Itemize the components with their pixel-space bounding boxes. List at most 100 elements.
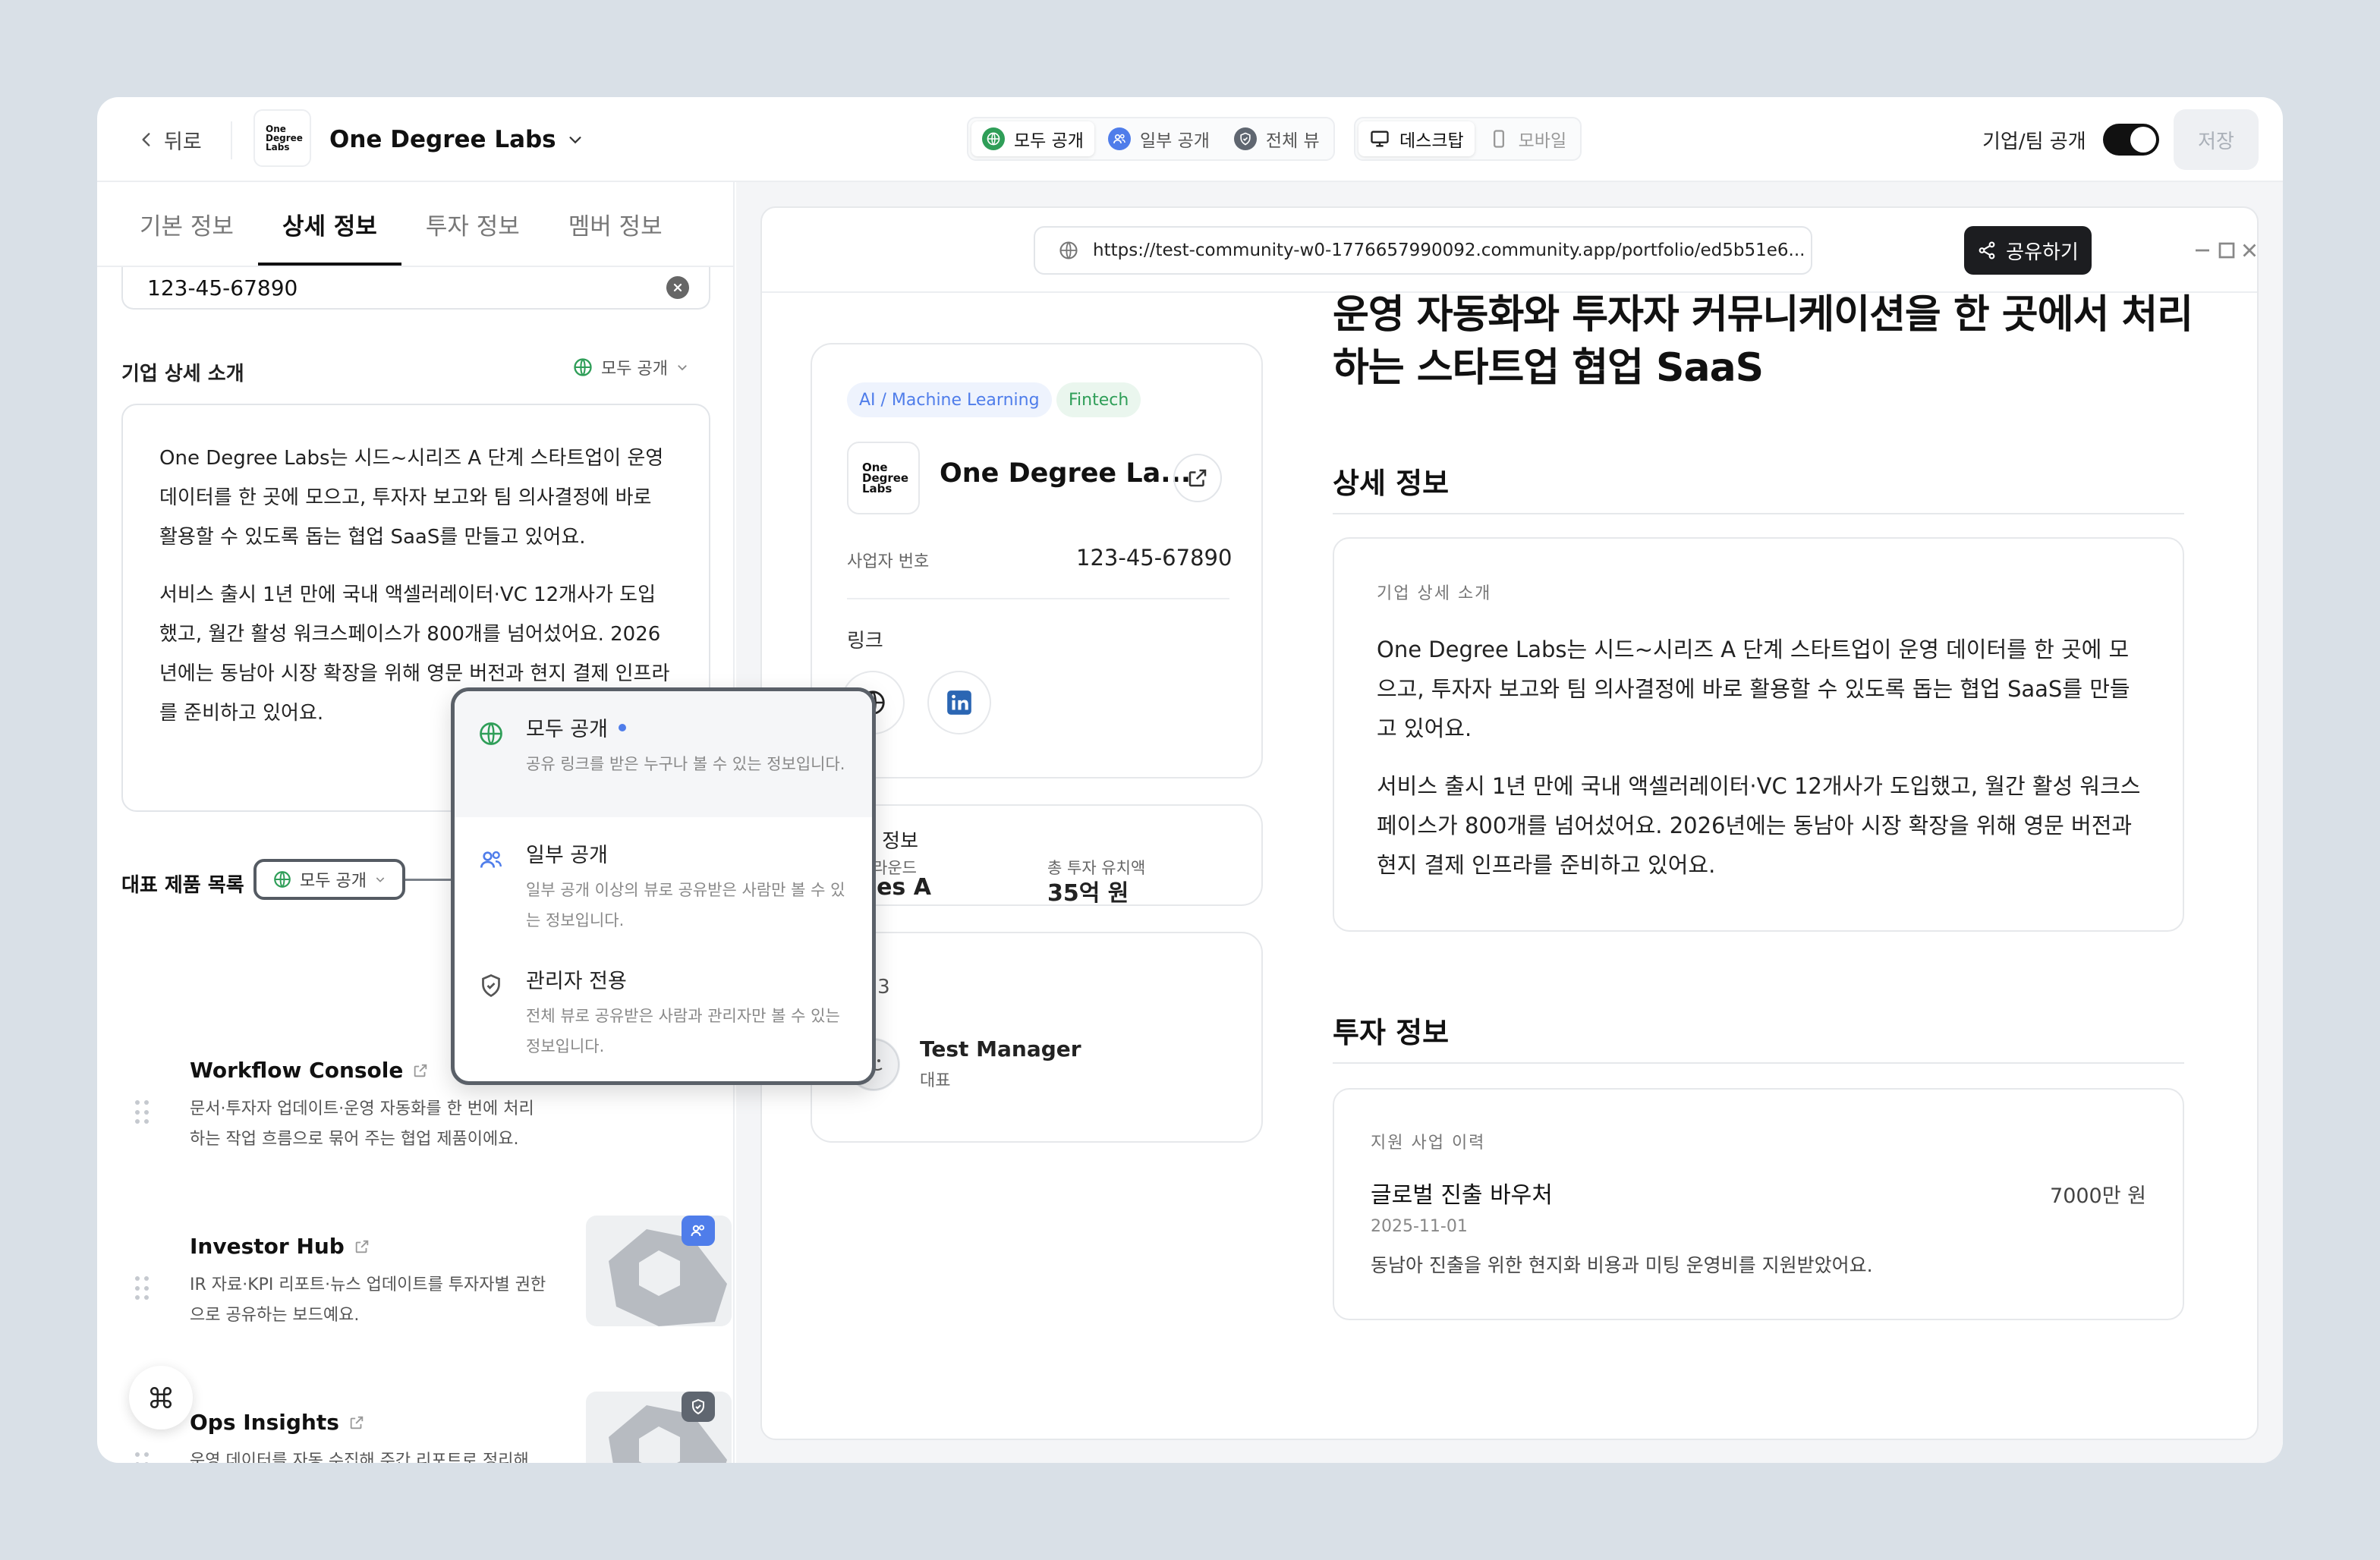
company-logo: One Degree Labs xyxy=(847,442,920,514)
divider xyxy=(1333,513,2184,514)
globe-icon xyxy=(574,358,592,376)
product-thumbnail xyxy=(586,1392,732,1463)
share-button[interactable]: 공유하기 xyxy=(1964,226,2092,275)
profile-card: AI / Machine Learning Fintech One Degree… xyxy=(811,343,1263,778)
visibility-dropdown-menu: 모두 공개 공유 링크를 받은 누구나 볼 수 있는 정보입니다. 일부 공개 … xyxy=(451,687,876,1085)
page-headline: 운영 자동화와 투자자 커뮤니케이션을 한 곳에서 처리하는 스타트업 협업 S… xyxy=(1333,292,2193,391)
company-switcher[interactable]: One Degree Labs xyxy=(329,120,584,159)
globe-icon xyxy=(274,871,291,888)
selected-dot xyxy=(618,723,626,731)
globe-icon xyxy=(1059,241,1078,259)
url-text: https://test-community-w0-1776657990092.… xyxy=(1093,241,1805,260)
biz-number-label: 사업자 번호 xyxy=(847,552,930,571)
command-button[interactable] xyxy=(129,1366,193,1429)
total-investment-value: 35억 원 xyxy=(1047,880,1129,907)
close-icon[interactable] xyxy=(2236,237,2257,264)
product-name[interactable]: Workflow Console xyxy=(190,1058,429,1083)
chevron-down-icon xyxy=(376,877,385,882)
clear-icon[interactable] xyxy=(666,276,689,299)
menu-item-title: 모두 공개 xyxy=(526,712,626,742)
menu-item-desc: 전체 뷰로 공유받은 사람과 관리자만 볼 수 있는 정보입니다. xyxy=(526,1007,840,1055)
preview-browser: https://test-community-w0-1776657990092.… xyxy=(760,206,2259,1440)
view-option-label: 일부 공개 xyxy=(1139,131,1210,151)
support-label: 지원 사업 이력 xyxy=(1371,1134,1486,1153)
products-label: 대표 제품 목록 xyxy=(121,874,244,897)
tab-basic-info[interactable]: 기본 정보 xyxy=(115,182,258,266)
divider xyxy=(847,598,1229,599)
product-name-text: Ops Insights xyxy=(190,1410,339,1435)
tab-member-info[interactable]: 멤버 정보 xyxy=(544,182,687,266)
product-desc: IR 자료·KPI 리포트·뉴스 업데이트를 투자자별 권한으로 공유하는 보드… xyxy=(190,1275,546,1325)
product-name[interactable]: Ops Insights xyxy=(190,1410,365,1435)
chevron-down-icon xyxy=(569,137,581,144)
product-thumbnail xyxy=(586,1216,732,1326)
company-logo: One Degree Labs xyxy=(253,109,311,167)
menu-item-partial[interactable]: 일부 공개 일부 공개 이상의 뷰로 공유받은 사람만 볼 수 있는 정보입니다… xyxy=(455,817,872,943)
product-name[interactable]: Investor Hub xyxy=(190,1234,370,1259)
links-label: 링크 xyxy=(847,630,883,653)
monitor-icon xyxy=(1371,131,1389,147)
detail-body: One Degree Labs는 시드~시리즈 A 단계 스타트업이 운영 데이… xyxy=(1377,630,2145,885)
shield-icon xyxy=(482,974,500,998)
detail-paragraph: 서비스 출시 1년 만에 국내 액셀러레이터·VC 12개사가 도입했고, 월간… xyxy=(1377,773,2141,878)
device-desktop[interactable]: 데스크탑 xyxy=(1358,121,1475,156)
linkedin-link[interactable] xyxy=(927,671,991,734)
share-icon xyxy=(1979,241,1995,259)
logo-text: Labs xyxy=(862,482,892,495)
tab-detail-info[interactable]: 상세 정보 xyxy=(257,182,401,266)
biz-number-value: 123-45-67890 xyxy=(1076,545,1232,571)
back-button[interactable]: 뒤로 xyxy=(137,120,202,159)
globe-icon xyxy=(480,722,502,745)
drag-handle-icon[interactable] xyxy=(135,1276,150,1302)
url-bar[interactable]: https://test-community-w0-1776657990092.… xyxy=(1034,226,1812,275)
view-option-label: 모두 공개 xyxy=(1014,131,1084,151)
product-desc: 운영 데이터를 자동 수집해 주간 리포트로 정리해 주는 분석 모듈이에요. xyxy=(190,1451,529,1463)
menu-item-admin[interactable]: 관리자 전용 전체 뷰로 공유받은 사람과 관리자만 볼 수 있는 정보입니다. xyxy=(455,943,872,1069)
detail-box-label: 기업 상세 소개 xyxy=(1377,584,1492,603)
detail-visibility-select[interactable]: 모두 공개 xyxy=(572,355,689,379)
preview-panel: https://test-community-w0-1776657990092.… xyxy=(736,182,2283,1463)
logo-text: Labs xyxy=(266,142,290,153)
drag-handle-icon[interactable] xyxy=(135,1452,150,1463)
member-role: 대표 xyxy=(920,1071,951,1090)
view-option-partial[interactable]: 일부 공개 xyxy=(1097,121,1220,156)
users-icon xyxy=(682,1216,715,1246)
detail-paragraph: One Degree Labs는 시드~시리즈 A 단계 스타트업이 운영 데이… xyxy=(1377,637,2130,741)
linkedin-icon xyxy=(947,690,971,715)
shield-icon xyxy=(682,1392,715,1422)
external-link-button[interactable] xyxy=(1173,454,1222,502)
business-number-field[interactable]: 123-45-67890 xyxy=(121,267,710,310)
shield-icon xyxy=(1233,127,1257,150)
investment-heading: 투자 정보 xyxy=(1333,1016,1450,1049)
products-visibility-label: 모두 공개 xyxy=(300,872,367,891)
save-button[interactable]: 저장 xyxy=(2174,109,2259,170)
external-link-icon xyxy=(355,1240,369,1253)
minimize-icon[interactable] xyxy=(2189,237,2216,264)
view-option-full[interactable]: 전체 뷰 xyxy=(1223,121,1330,156)
chevron-down-icon xyxy=(678,365,687,371)
app-window: 뒤로 One Degree Labs One Degree Labs 모두 공개 xyxy=(97,97,2283,1463)
detail-section-label: 기업 상세 소개 xyxy=(121,363,244,385)
phone-icon xyxy=(1493,130,1504,148)
team-public-toggle[interactable] xyxy=(2102,124,2159,156)
team-public-control: 기업/팀 공개 xyxy=(1982,120,2159,159)
business-number-value: 123-45-67890 xyxy=(147,275,298,300)
divider xyxy=(231,121,232,159)
device-mobile[interactable]: 모바일 xyxy=(1478,121,1577,156)
menu-item-desc: 일부 공개 이상의 뷰로 공유받은 사람만 볼 수 있는 정보입니다. xyxy=(526,881,845,929)
support-history-box: 지원 사업 이력 글로벌 진출 바우처 7000만 원 2025-11-01 동… xyxy=(1333,1088,2184,1320)
users-icon xyxy=(480,851,502,868)
external-link-icon xyxy=(350,1416,364,1429)
editor-tabs: 기본 정보 상세 정보 투자 정보 멤버 정보 xyxy=(115,182,687,266)
support-desc: 동남아 진출을 위한 현지화 비용과 미팅 운영비를 지원받았어요. xyxy=(1371,1254,1873,1276)
tab-investment-info[interactable]: 투자 정보 xyxy=(401,182,544,266)
view-option-public[interactable]: 모두 공개 xyxy=(971,121,1094,156)
menu-item-public[interactable]: 모두 공개 공유 링크를 받은 누구나 볼 수 있는 정보입니다. xyxy=(455,691,872,817)
member-name: Test Manager xyxy=(920,1036,1081,1061)
external-link-icon xyxy=(414,1064,427,1077)
device-label: 모바일 xyxy=(1518,131,1567,151)
product-item: Ops Insights 운영 데이터를 자동 수집해 주간 리포트로 정리해 … xyxy=(121,1392,732,1463)
products-visibility-select[interactable]: 모두 공개 xyxy=(253,859,405,900)
drag-handle-icon[interactable] xyxy=(135,1100,150,1126)
investment-card: 자 정보 라운드 ries A 총 투자 유치액 35억 원 xyxy=(811,804,1263,907)
